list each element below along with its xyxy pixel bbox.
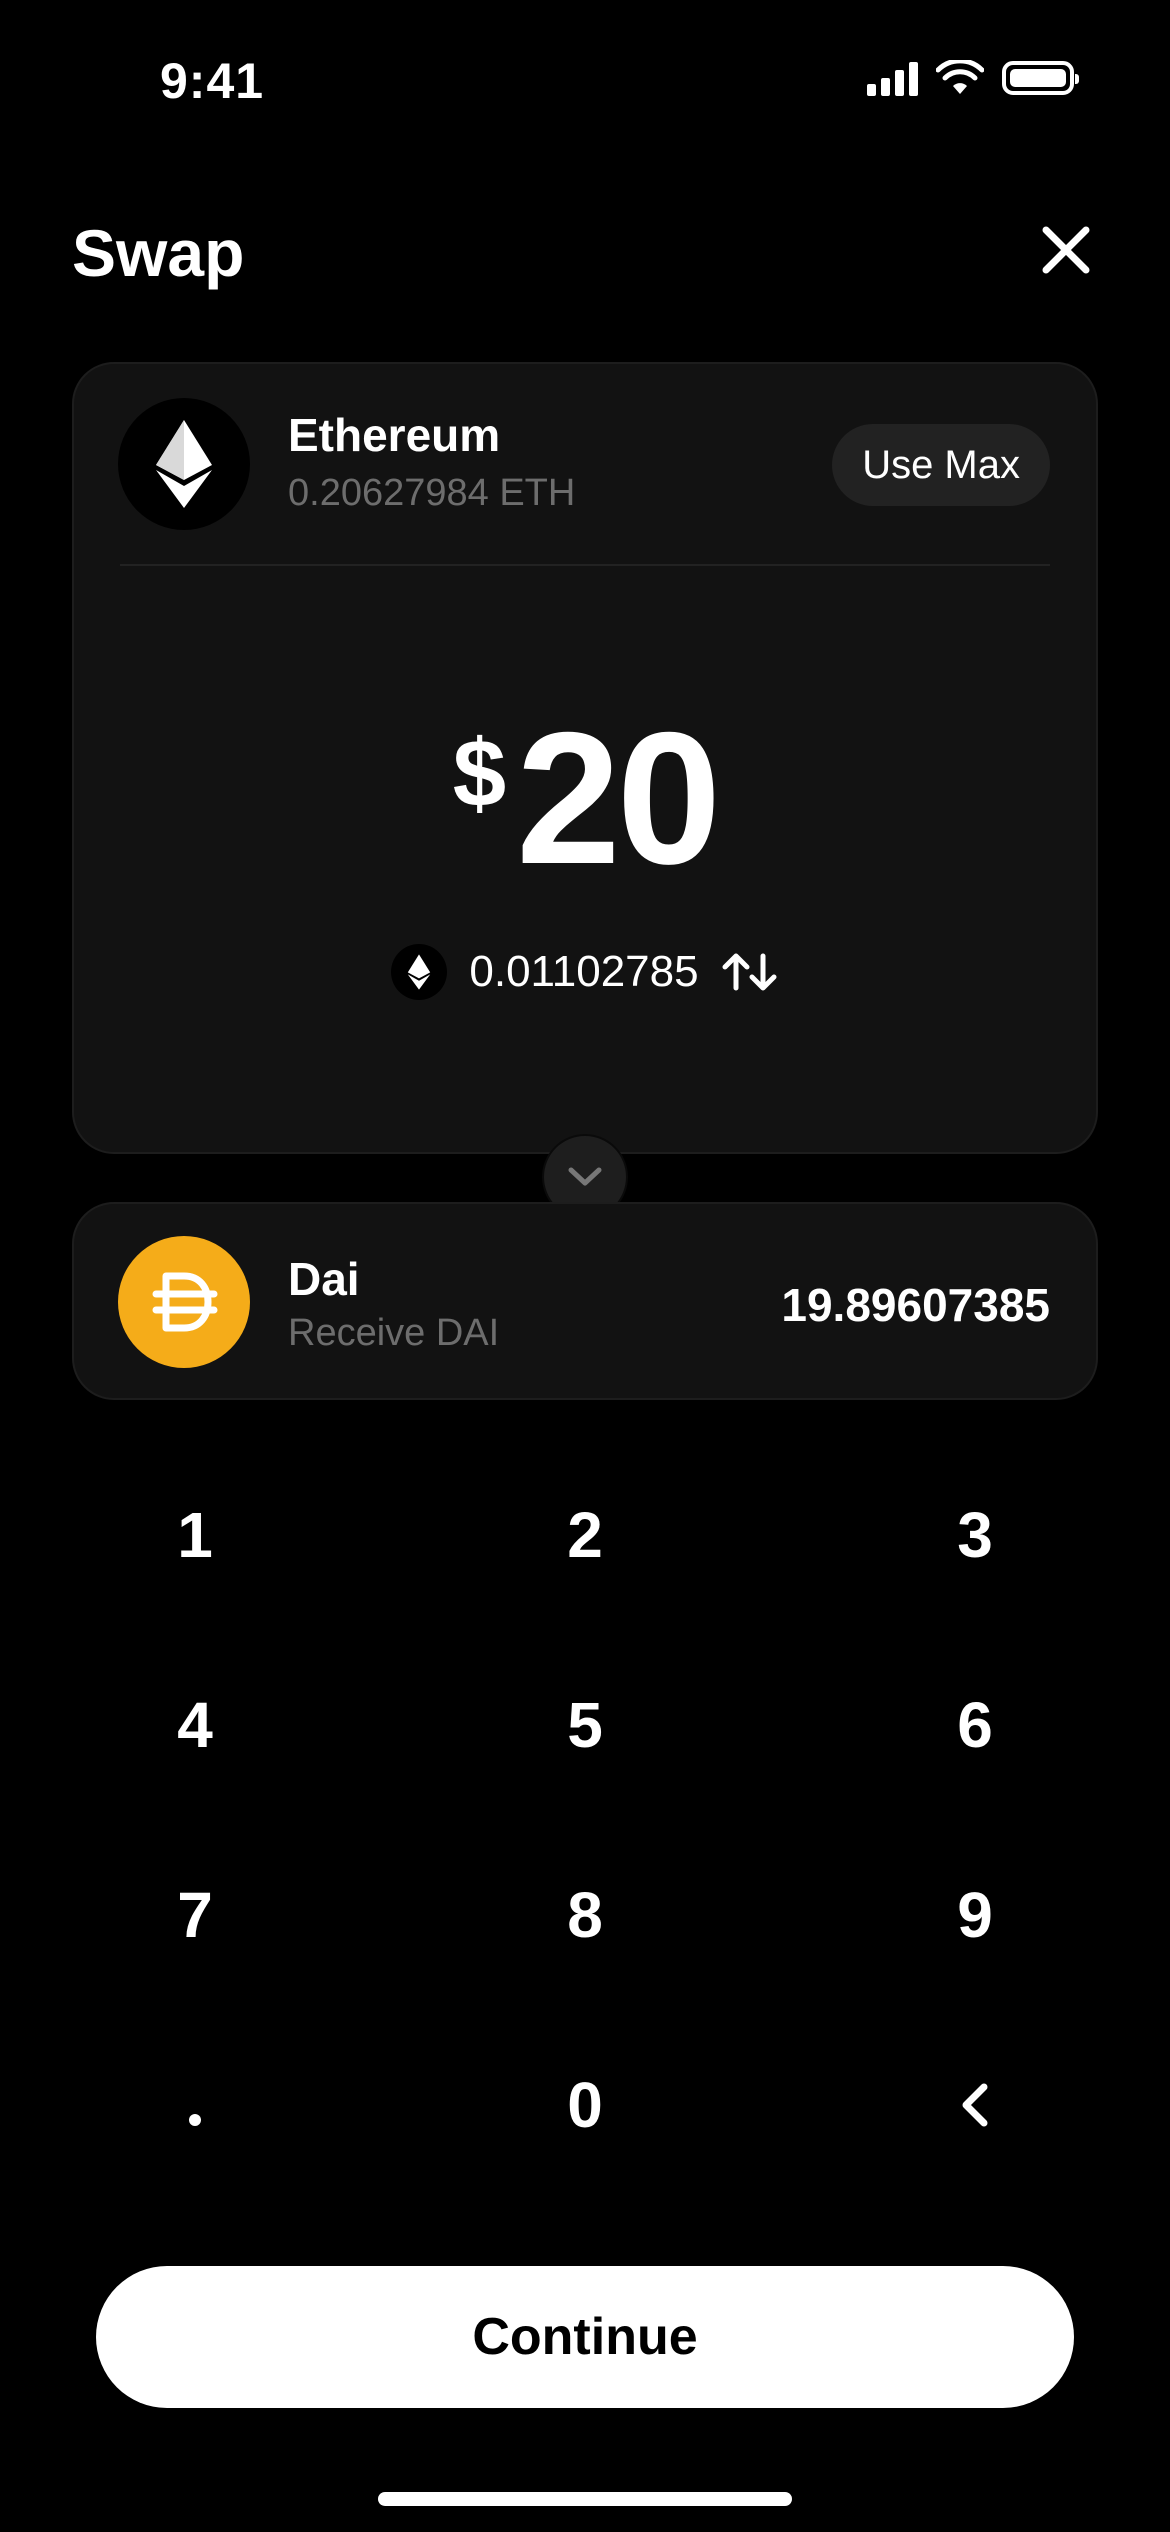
- amount-value: 20: [516, 693, 721, 903]
- key-9[interactable]: 9: [780, 1820, 1170, 2010]
- swap-arrows-icon[interactable]: [721, 952, 779, 992]
- ethereum-small-icon: [391, 944, 448, 1000]
- key-0[interactable]: 0: [390, 2010, 780, 2200]
- status-time: 9:41: [160, 53, 265, 109]
- status-icons: [867, 60, 1079, 96]
- home-indicator: [378, 2492, 792, 2506]
- wifi-icon: [936, 60, 984, 94]
- destination-token-name: Dai: [288, 1253, 360, 1305]
- page-title: Swap: [72, 216, 245, 290]
- source-token-name: Ethereum: [288, 409, 501, 461]
- key-7[interactable]: 7: [0, 1820, 390, 2010]
- key-backspace[interactable]: [780, 2010, 1170, 2200]
- key-4[interactable]: 4: [0, 1630, 390, 1820]
- continue-button[interactable]: Continue: [96, 2266, 1074, 2408]
- key-1[interactable]: 1: [0, 1440, 390, 1630]
- token-amount: 0.01102785: [469, 947, 699, 996]
- destination-subtitle: Receive DAI: [288, 1312, 500, 1354]
- decimal-point: [189, 2114, 201, 2126]
- keypad: 1 2 3 4 5 6 7 8 9 0: [0, 1440, 1170, 2200]
- token-amount-row: 0.01102785: [74, 944, 1096, 1000]
- key-5[interactable]: 5: [390, 1630, 780, 1820]
- fiat-amount[interactable]: $ 20: [74, 704, 1096, 892]
- backspace-icon: [962, 2083, 988, 2127]
- destination-card[interactable]: Dai Receive DAI 19.89607385: [72, 1202, 1098, 1400]
- currency-symbol: $: [452, 720, 507, 827]
- key-decimal[interactable]: [0, 2010, 390, 2200]
- key-8[interactable]: 8: [390, 1820, 780, 2010]
- battery-icon: [1002, 61, 1079, 95]
- close-button[interactable]: [1038, 222, 1094, 278]
- source-balance: 0.20627984 ETH: [288, 472, 576, 514]
- signal-icon: [867, 60, 918, 96]
- use-max-button[interactable]: Use Max: [832, 424, 1050, 506]
- ethereum-icon: [118, 398, 250, 530]
- divider: [120, 564, 1050, 566]
- dai-icon: [118, 1236, 250, 1368]
- destination-amount: 19.89607385: [781, 1279, 1050, 1331]
- key-3[interactable]: 3: [780, 1440, 1170, 1630]
- close-icon: [1042, 226, 1090, 274]
- key-6[interactable]: 6: [780, 1630, 1170, 1820]
- chevron-down-icon: [568, 1167, 602, 1186]
- source-card: Ethereum 0.20627984 ETH Use Max $ 20 0.0…: [72, 362, 1098, 1154]
- key-2[interactable]: 2: [390, 1440, 780, 1630]
